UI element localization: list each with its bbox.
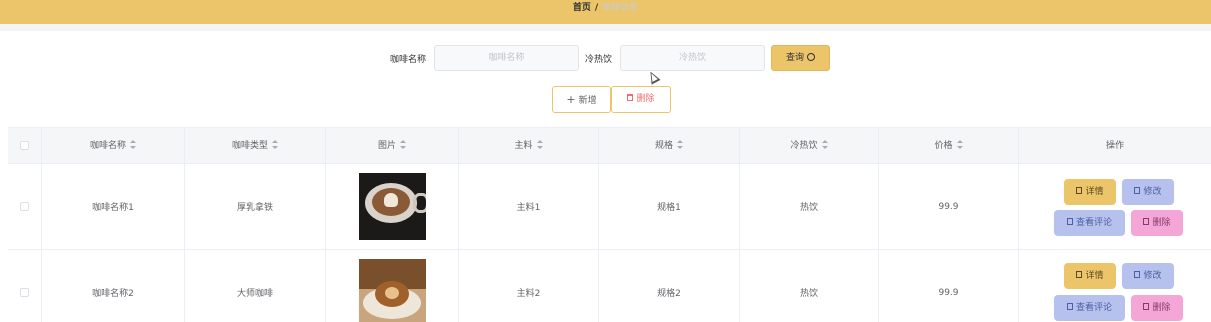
header-divider (0, 24, 1211, 31)
mouse-cursor-icon (646, 69, 661, 85)
view-comments-button[interactable]: 查看评论 (1054, 295, 1125, 321)
pencil-icon (1134, 187, 1141, 194)
cell-image (326, 250, 459, 322)
cell-name: 咖啡名称1 (42, 164, 185, 249)
delete-button[interactable]: 删除 (1131, 210, 1183, 236)
breadcrumb-home[interactable]: 首页 (573, 3, 591, 13)
batch-delete-button[interactable]: 删除 (611, 86, 671, 113)
batch-delete-label: 删除 (636, 94, 655, 104)
select-all-cell (8, 128, 42, 164)
breadcrumb-current: 咖啡信息 (602, 3, 639, 13)
column-header-name[interactable]: 咖啡名称 (42, 128, 185, 164)
add-label: 新增 (578, 96, 597, 106)
row-select-cell (8, 250, 42, 322)
column-header-image[interactable]: 图片 (326, 128, 459, 164)
row-select-cell (8, 164, 42, 249)
query-button[interactable]: 查询 (771, 45, 830, 71)
column-header-price[interactable]: 价格 (879, 128, 1019, 164)
temperature-label: 冷热饮 (585, 55, 613, 65)
cell-type: 大师咖啡 (185, 250, 326, 322)
column-header-spec[interactable]: 规格 (599, 128, 740, 164)
coffee-name-input[interactable] (434, 45, 579, 71)
select-all-checkbox[interactable] (20, 141, 29, 150)
edit-button[interactable]: 修改 (1122, 179, 1174, 205)
plus-icon: + (566, 93, 576, 106)
breadcrumb-separator: / (594, 3, 599, 13)
coffee-table: 咖啡名称 咖啡类型 图片 主料 规格 冷热饮 价格 操作 咖啡名称1 厚乳拿铁 … (8, 127, 1211, 322)
document-icon (1076, 271, 1083, 278)
query-label: 查询 (785, 53, 804, 63)
sort-icon[interactable] (400, 140, 406, 149)
cappuccino-photo[interactable] (358, 259, 426, 322)
sort-icon[interactable] (536, 140, 543, 149)
cell-actions: 详情 修改 查看评论 删除 (1019, 164, 1211, 249)
latte-art-photo[interactable] (358, 173, 426, 240)
cell-price: 99.9 (879, 164, 1019, 249)
cell-actions: 详情 修改 查看评论 删除 (1019, 250, 1211, 322)
pencil-icon (1066, 303, 1073, 310)
trash-icon (1143, 303, 1150, 310)
table-row: 咖啡名称1 厚乳拿铁 主料1 规格1 热饮 99.9 详情 修改 查看评论 删除 (8, 164, 1211, 250)
delete-button[interactable]: 删除 (1131, 295, 1183, 321)
column-header-actions: 操作 (1105, 141, 1124, 151)
cell-price: 99.9 (879, 250, 1019, 322)
column-header-temp[interactable]: 冷热饮 (740, 128, 879, 164)
sort-icon[interactable] (677, 140, 683, 149)
detail-button[interactable]: 详情 (1064, 263, 1116, 289)
add-button[interactable]: + 新增 (552, 86, 611, 113)
cell-temp: 热饮 (740, 164, 879, 249)
edit-button[interactable]: 修改 (1122, 263, 1174, 289)
table-header: 咖啡名称 咖啡类型 图片 主料 规格 冷热饮 价格 操作 (8, 127, 1211, 164)
cell-main: 主料1 (459, 164, 599, 249)
cell-type: 厚乳拿铁 (185, 164, 326, 249)
view-comments-button[interactable]: 查看评论 (1054, 210, 1125, 236)
detail-button[interactable]: 详情 (1064, 179, 1116, 205)
trash-icon (1143, 218, 1150, 225)
document-icon (1076, 187, 1083, 194)
sort-icon[interactable] (821, 140, 828, 149)
cell-image (326, 164, 459, 249)
cell-spec: 规格2 (599, 250, 740, 322)
temperature-input[interactable] (620, 45, 765, 71)
sort-icon[interactable] (130, 140, 136, 149)
row-checkbox[interactable] (20, 288, 29, 297)
trash-icon (627, 94, 634, 101)
cell-temp: 热饮 (740, 250, 879, 322)
cell-main: 主料2 (459, 250, 599, 322)
search-icon (807, 52, 815, 61)
sort-icon[interactable] (272, 140, 278, 149)
column-header-type[interactable]: 咖啡类型 (185, 128, 326, 164)
coffee-name-label: 咖啡名称 (390, 55, 427, 65)
pencil-icon (1134, 271, 1141, 278)
cell-spec: 规格1 (599, 164, 740, 249)
table-row: 咖啡名称2 大师咖啡 主料2 规格2 热饮 99.9 详情 修改 查看评论 删除 (8, 250, 1211, 322)
pencil-icon (1066, 218, 1073, 225)
row-checkbox[interactable] (20, 202, 29, 211)
cell-name: 咖啡名称2 (42, 250, 185, 322)
column-header-main[interactable]: 主料 (459, 128, 599, 164)
top-bar: 首页 / 咖啡信息 (0, 0, 1211, 24)
sort-icon[interactable] (956, 140, 963, 149)
